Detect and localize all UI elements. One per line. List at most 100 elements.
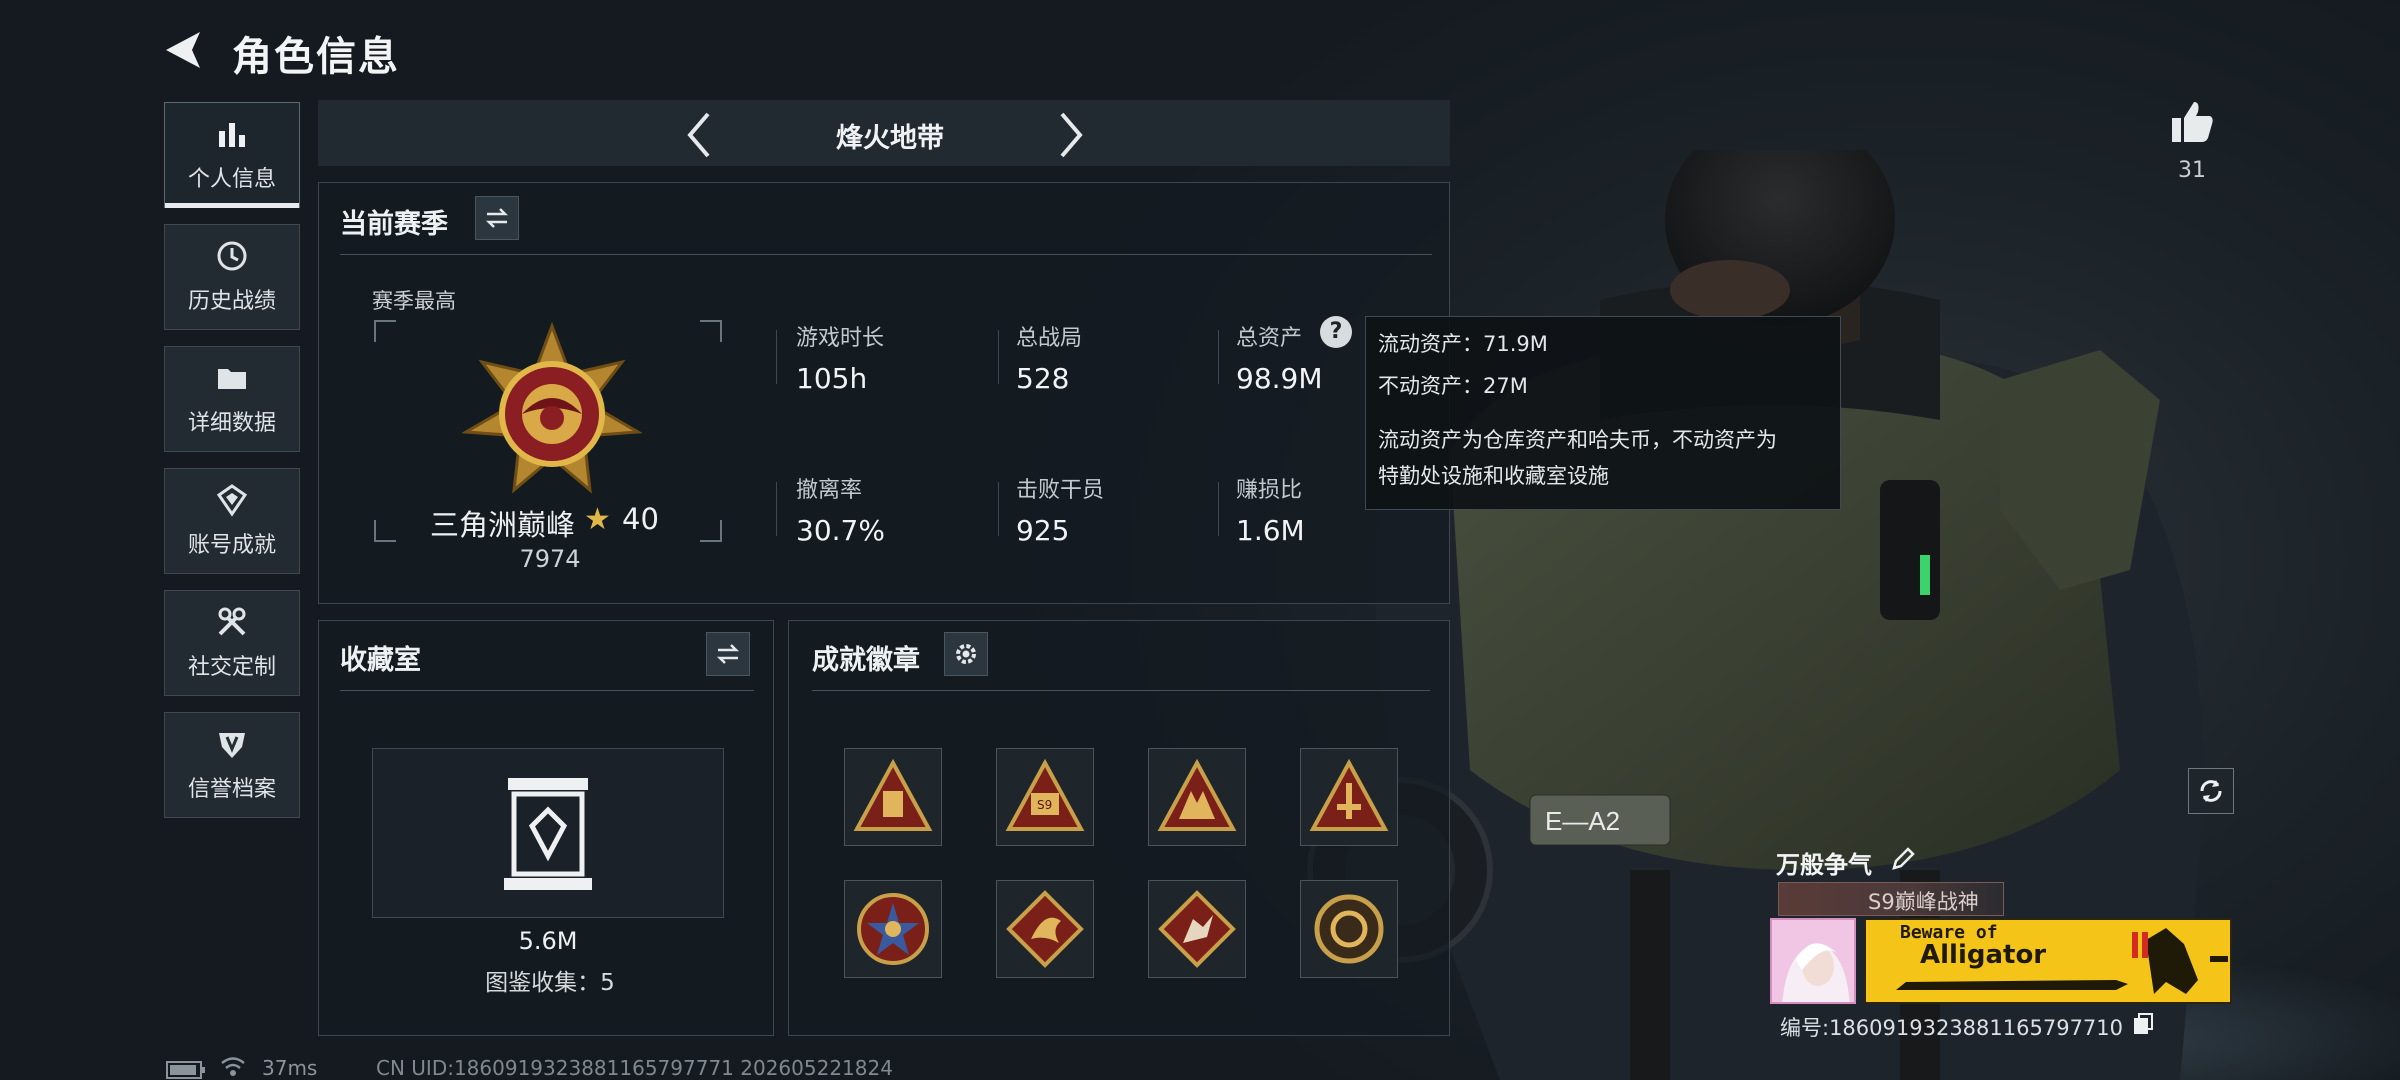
achievement-badge[interactable] (1300, 748, 1398, 846)
stat-separator (1218, 330, 1219, 384)
stat-label-assets: 总资产 (1236, 326, 1303, 351)
achievement-badge[interactable] (844, 880, 942, 978)
stat-value-assets: 98.9M (1236, 362, 1323, 395)
avatar[interactable] (1770, 918, 1856, 1004)
player-name: 万般争气 (1776, 851, 1872, 879)
stat-label-matches: 总战局 (1016, 326, 1083, 351)
sidebar-item-history[interactable]: 历史战绩 (164, 224, 300, 330)
chevron-left-icon[interactable] (682, 110, 716, 160)
avatar-portrait-icon (1772, 920, 1854, 1002)
achievements-settings-button[interactable] (944, 632, 988, 676)
rank-score: 7974 (519, 545, 581, 573)
stat-value-matches: 528 (1016, 362, 1070, 395)
chevron-right-icon[interactable] (1054, 110, 1088, 160)
battery-icon (166, 1061, 205, 1079)
sidebar-item-detailed-data[interactable]: 详细数据 (164, 346, 300, 452)
stat-value-playtime: 105h (796, 362, 868, 395)
achievement-badge[interactable] (996, 880, 1094, 978)
collection-value: 5.6M (518, 927, 578, 955)
achievement-badge[interactable]: S9 (996, 748, 1094, 846)
ping-status: 37ms (262, 1056, 318, 1080)
sidebar-item-personal-info[interactable]: 个人信息 (164, 102, 300, 208)
sidebar-item-label: 个人信息 (187, 167, 276, 192)
stat-separator (1218, 482, 1219, 536)
uid-footer: CN UID:1860919323881165797771 2026052218… (376, 1056, 893, 1080)
badge-6-icon (1006, 890, 1084, 968)
stat-value-kills: 925 (1016, 514, 1070, 547)
stat-separator (998, 330, 999, 384)
stat-separator (776, 330, 777, 384)
vault-icon (504, 778, 592, 890)
stat-label-profit-ratio: 赚损比 (1236, 478, 1303, 503)
badge-4-icon (1309, 758, 1389, 831)
stat-label-extract-rate: 撤离率 (796, 478, 863, 503)
folder-icon (218, 369, 246, 389)
refresh-icon (2200, 780, 2222, 802)
achievement-badge[interactable] (844, 748, 942, 846)
badge-8-icon (1314, 894, 1384, 964)
tooltip-description-2: 特勤处设施和收藏室设施 (1378, 464, 1609, 488)
achievement-badge[interactable] (1300, 880, 1398, 978)
tools-icon (218, 607, 246, 636)
stat-separator (776, 482, 777, 536)
frame-corner (374, 320, 396, 342)
shield-icon (219, 733, 245, 758)
badge-7-icon (1158, 890, 1236, 968)
clock-icon (217, 241, 247, 271)
collection-swap-button[interactable] (706, 632, 750, 676)
divider (340, 690, 754, 691)
collection-count: 图鉴收集：5 (485, 970, 615, 996)
wifi-icon (221, 1057, 245, 1076)
player-id: 编号:1860919323881165797710 (1780, 1016, 2124, 1040)
back-arrow-icon[interactable] (160, 28, 210, 72)
edit-icon[interactable] (1890, 846, 1916, 872)
tooltip-description-1: 流动资产为仓库资产和哈夫币，不动资产为 (1378, 428, 1777, 452)
stat-separator (998, 482, 999, 536)
rank-name: 三角洲巅峰 (430, 508, 576, 542)
copy-icon[interactable] (2132, 1012, 2154, 1036)
frame-corner (700, 320, 722, 342)
frame-corner (374, 520, 396, 542)
page-title: 角色信息 (232, 34, 400, 80)
mode-title: 烽火地带 (836, 123, 944, 154)
gear-icon (956, 644, 976, 664)
sidebar-item-achievements[interactable]: 账号成就 (164, 468, 300, 574)
rank-level: 40 (622, 502, 659, 536)
swap-icon (716, 644, 740, 664)
sidebar-item-social[interactable]: 社交定制 (164, 590, 300, 696)
bar-chart-icon (219, 123, 245, 147)
sidebar-item-label: 历史战绩 (187, 289, 276, 314)
stat-label-kills: 击败干员 (1016, 478, 1105, 503)
frame-corner (700, 520, 722, 542)
thumbs-up-icon[interactable] (2168, 98, 2216, 146)
badge-1-icon (853, 758, 933, 831)
player-title-text: S9巅峰战神 (1868, 890, 1979, 914)
banner-text-2: Alligator (1920, 940, 2047, 970)
sidebar-item-label: 信誉档案 (187, 777, 276, 802)
badge-5-icon (857, 893, 929, 965)
stat-value-profit-ratio: 1.6M (1236, 514, 1305, 547)
badge-3-icon (1157, 758, 1237, 831)
tooltip-liquid-assets: 流动资产：71.9M (1378, 332, 1548, 356)
sidebar-item-reputation[interactable]: 信誉档案 (164, 712, 300, 818)
divider (340, 254, 1432, 255)
season-panel-title: 当前赛季 (340, 209, 448, 240)
divider (812, 690, 1430, 691)
sidebar-item-label: 详细数据 (187, 411, 276, 436)
achievement-icon (216, 484, 248, 517)
rank-star-icon: ★ (584, 502, 611, 537)
rank-emblem-icon (462, 322, 642, 494)
svg-text:S9: S9 (1037, 798, 1052, 812)
rotate-model-button[interactable] (2188, 768, 2234, 814)
achievement-badge[interactable] (1148, 880, 1246, 978)
achievement-badge[interactable] (1148, 748, 1246, 846)
achievements-panel-title: 成就徽章 (812, 645, 920, 676)
stat-value-extract-rate: 30.7% (796, 514, 885, 547)
sidebar-item-label: 账号成就 (187, 533, 276, 558)
season-swap-button[interactable] (475, 196, 519, 240)
sidebar-item-label: 社交定制 (187, 655, 276, 680)
season-best-label: 赛季最高 (372, 289, 456, 313)
help-icon[interactable]: ? (1320, 316, 1352, 348)
svg-text:E—A2: E—A2 (1545, 806, 1620, 836)
like-count: 31 (2178, 158, 2206, 183)
